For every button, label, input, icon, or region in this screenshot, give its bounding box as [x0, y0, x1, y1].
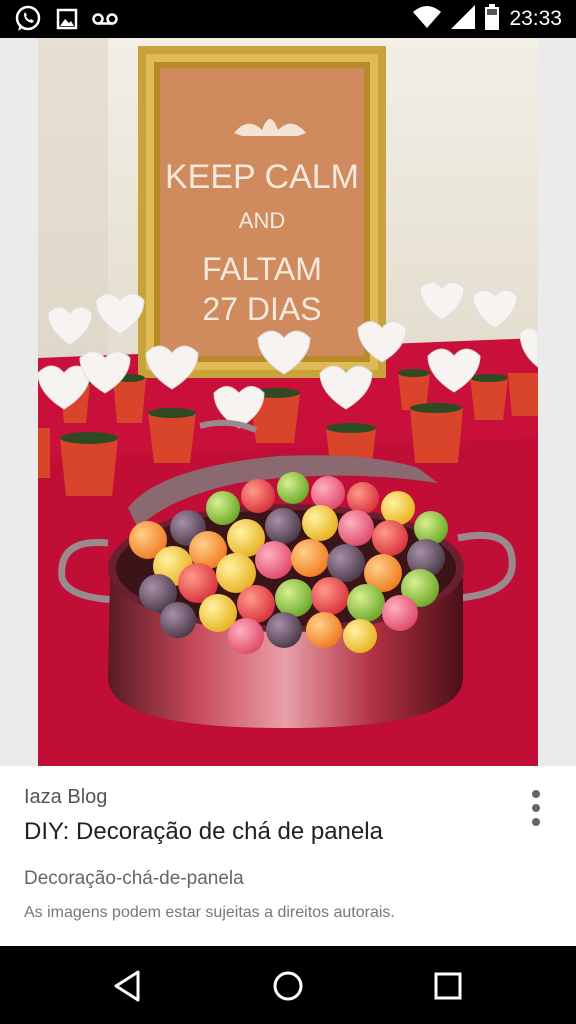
wifi-icon: [413, 5, 442, 33]
copyright-notice: As imagens podem estar sujeitas a direit…: [24, 904, 395, 921]
voicemail-icon: [92, 11, 118, 32]
sign-line-3: FALTAM: [202, 251, 322, 287]
battery-icon: [485, 3, 500, 35]
navigation-bar: [0, 946, 576, 1024]
signal-icon: [451, 4, 476, 34]
keep-calm-sign: KEEP CALM AND FALTAM 27 DIAS: [138, 46, 386, 378]
status-bar: 23:33: [0, 0, 576, 38]
whatsapp-icon: [14, 5, 42, 38]
source-site[interactable]: Iaza Blog: [24, 786, 107, 809]
home-icon[interactable]: [264, 962, 312, 1010]
clock: 23:33: [509, 7, 562, 30]
result-info-card[interactable]: Iaza Blog DIY: Decoração de chá de panel…: [0, 766, 576, 946]
recents-icon[interactable]: [424, 962, 472, 1010]
result-title[interactable]: DIY: Decoração de chá de panela: [24, 818, 383, 846]
back-icon[interactable]: [104, 962, 152, 1010]
sign-line-1: KEEP CALM: [165, 158, 359, 196]
image-viewer[interactable]: KEEP CALM AND FALTAM 27 DIAS: [0, 38, 576, 766]
sign-line-4: 27 DIAS: [202, 291, 321, 327]
sign-line-2: AND: [239, 208, 285, 233]
result-subtitle: Decoração-chá-de-panela: [24, 868, 244, 889]
more-options-icon[interactable]: [522, 788, 550, 828]
image-icon: [56, 8, 78, 35]
result-photo[interactable]: KEEP CALM AND FALTAM 27 DIAS: [38, 38, 538, 766]
